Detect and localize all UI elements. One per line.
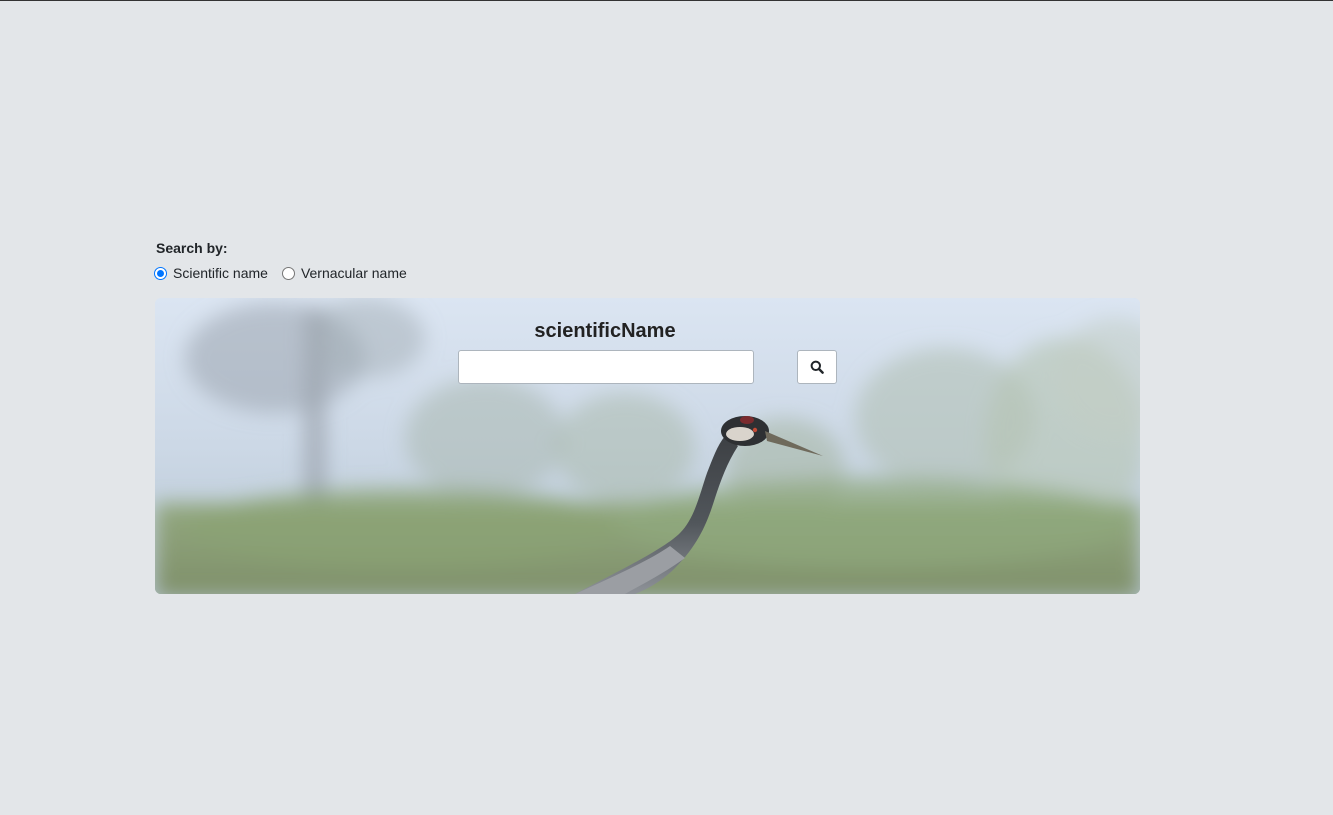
- radio-option-vernacular[interactable]: Vernacular name: [281, 265, 407, 281]
- top-border: [0, 0, 1333, 1]
- radio-scientific-label: Scientific name: [173, 265, 268, 281]
- field-title: scientificName: [534, 320, 676, 342]
- search-type-radio-group: Scientific name Vernacular name: [154, 265, 421, 281]
- search-button[interactable]: [797, 350, 837, 384]
- radio-vernacular-name[interactable]: [281, 266, 295, 280]
- radio-scientific-name[interactable]: [154, 266, 167, 280]
- search-icon: [810, 360, 824, 374]
- radio-vernacular-label: Vernacular name: [300, 265, 407, 281]
- search-input[interactable]: [458, 350, 754, 384]
- search-banner: scientificName: [155, 298, 1140, 594]
- radio-option-scientific[interactable]: Scientific name: [154, 265, 268, 281]
- search-by-label: Search by:: [156, 240, 228, 256]
